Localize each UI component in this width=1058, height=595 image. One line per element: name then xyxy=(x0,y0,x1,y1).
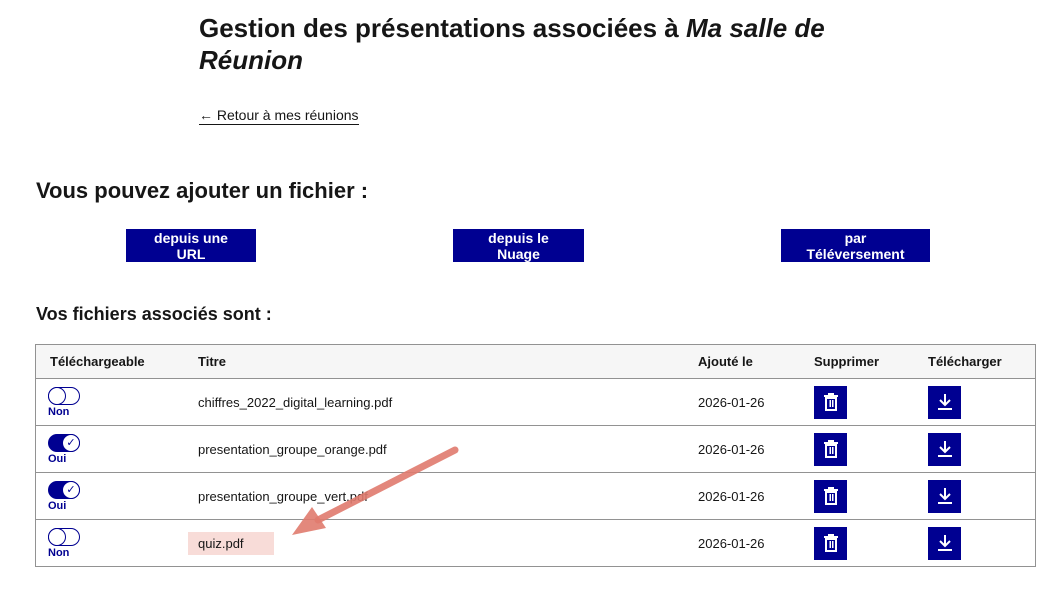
column-header-date: Ajouté le xyxy=(698,344,814,379)
toggle-switch[interactable]: ✓ xyxy=(48,433,80,452)
downloadable-cell: Non xyxy=(35,519,198,567)
file-title-highlighted: quiz.pdf xyxy=(188,531,274,555)
column-header-delete: Supprimer xyxy=(814,344,928,379)
add-from-cloud-button[interactable]: depuis le Nuage xyxy=(453,229,584,262)
downloadable-cell: ✓ Oui xyxy=(35,472,198,520)
toggle-label: Oui xyxy=(48,452,67,465)
delete-button[interactable] xyxy=(814,385,847,419)
upload-file-button[interactable]: par Téléversement xyxy=(781,229,930,262)
file-title: presentation_groupe_vert.pdf xyxy=(198,472,698,520)
add-from-url-button[interactable]: depuis une URL xyxy=(126,229,256,262)
delete-button[interactable] xyxy=(814,526,847,560)
downloadable-toggle[interactable]: ✓ Oui xyxy=(48,433,80,465)
file-date: 2026-01-26 xyxy=(698,519,814,567)
toggle-label: Non xyxy=(48,405,70,418)
download-cell xyxy=(928,519,1036,567)
download-cell xyxy=(928,472,1036,520)
toggle-switch[interactable] xyxy=(48,527,80,546)
table-header-row: Téléchargeable Titre Ajouté le Supprimer… xyxy=(35,344,1036,379)
table-row: Non quiz.pdf 2026-01-26 xyxy=(35,519,1036,567)
delete-button[interactable] xyxy=(814,432,847,466)
toggle-label: Oui xyxy=(48,499,67,512)
trash-icon xyxy=(823,440,838,458)
downloadable-cell: ✓ Oui xyxy=(35,425,198,473)
delete-button[interactable] xyxy=(814,479,847,513)
file-date: 2026-01-26 xyxy=(698,425,814,473)
download-button[interactable] xyxy=(928,432,961,466)
toggle-label: Non xyxy=(48,546,70,559)
files-table: Téléchargeable Titre Ajouté le Supprimer… xyxy=(35,344,1036,567)
download-button[interactable] xyxy=(928,385,961,419)
download-button[interactable] xyxy=(928,526,961,560)
trash-icon xyxy=(823,487,838,505)
table-row: Non chiffres_2022_digital_learning.pdf 2… xyxy=(35,378,1036,426)
downloadable-toggle[interactable]: Non xyxy=(48,527,80,559)
toggle-switch[interactable] xyxy=(48,386,80,405)
download-icon xyxy=(937,394,952,410)
delete-cell xyxy=(814,378,928,426)
column-header-title: Titre xyxy=(198,344,698,379)
add-file-heading: Vous pouvez ajouter un fichier : xyxy=(36,178,369,203)
download-cell xyxy=(928,425,1036,473)
downloadable-cell: Non xyxy=(35,378,198,426)
download-icon xyxy=(937,488,952,504)
delete-cell xyxy=(814,425,928,473)
table-row: ✓ Oui presentation_groupe_vert.pdf 2026-… xyxy=(35,472,1036,520)
check-icon: ✓ xyxy=(62,433,80,452)
delete-cell xyxy=(814,472,928,520)
files-heading: Vos fichiers associés sont : xyxy=(36,304,272,324)
file-date: 2026-01-26 xyxy=(698,378,814,426)
file-date: 2026-01-26 xyxy=(698,472,814,520)
file-title: presentation_groupe_orange.pdf xyxy=(198,425,698,473)
trash-icon xyxy=(823,534,838,552)
download-icon xyxy=(937,535,952,551)
toggle-knob xyxy=(48,386,66,405)
column-header-downloadable: Téléchargeable xyxy=(35,344,198,379)
check-icon: ✓ xyxy=(62,480,80,499)
download-cell xyxy=(928,378,1036,426)
title-prefix: Gestion des présentations associées à xyxy=(199,13,686,43)
trash-icon xyxy=(823,393,838,411)
column-header-download: Télécharger xyxy=(928,344,1036,379)
download-button[interactable] xyxy=(928,479,961,513)
download-icon xyxy=(937,441,952,457)
toggle-switch[interactable]: ✓ xyxy=(48,480,80,499)
table-row: ✓ Oui presentation_groupe_orange.pdf 202… xyxy=(35,425,1036,473)
downloadable-toggle[interactable]: ✓ Oui xyxy=(48,480,80,512)
downloadable-toggle[interactable]: Non xyxy=(48,386,80,418)
delete-cell xyxy=(814,519,928,567)
page-title: Gestion des présentations associées à Ma… xyxy=(199,12,899,76)
file-title-cell: quiz.pdf xyxy=(188,519,698,567)
file-title: chiffres_2022_digital_learning.pdf xyxy=(198,378,698,426)
toggle-knob xyxy=(48,527,66,546)
back-link[interactable]: ← Retour à mes réunions xyxy=(199,107,359,125)
